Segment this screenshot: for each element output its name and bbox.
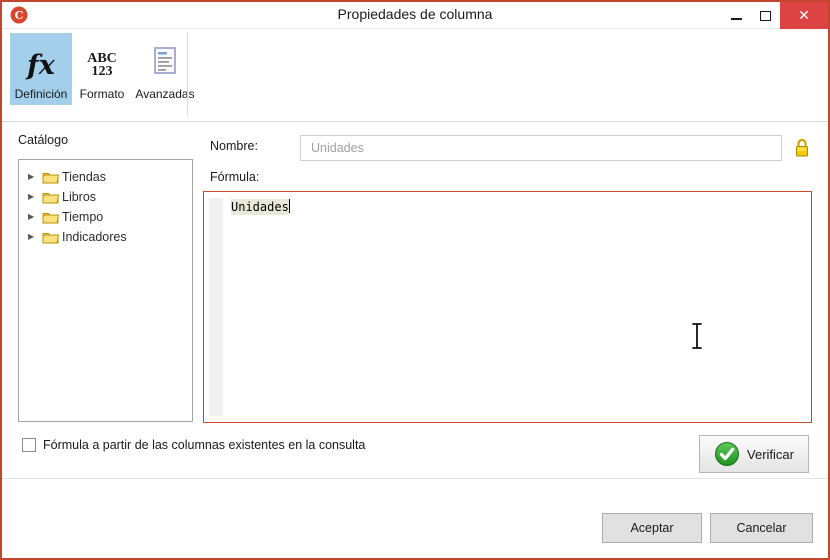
cancel-button[interactable]: Cancelar bbox=[710, 513, 813, 543]
check-circle-icon bbox=[715, 442, 740, 466]
from-existing-columns-label: Fórmula a partir de las columnas existen… bbox=[43, 438, 366, 452]
catalog-label: Catálogo bbox=[18, 133, 69, 147]
tree-item-label: Indicadores bbox=[62, 230, 127, 244]
tab-formato-label: Formato bbox=[79, 87, 125, 101]
tab-avanzadas-label: Avanzadas bbox=[135, 87, 195, 101]
close-button[interactable]: ✕ bbox=[780, 2, 828, 29]
close-icon: ✕ bbox=[798, 7, 810, 23]
tab-definicion-label: Definición bbox=[14, 87, 68, 101]
verify-button-label: Verificar bbox=[747, 446, 794, 462]
tab-definicion[interactable]: fx Definición bbox=[10, 33, 72, 105]
titlebar: C Propiedades de columna ✕ bbox=[2, 2, 828, 29]
chevron-right-icon[interactable]: ▶ bbox=[28, 167, 42, 187]
chevron-right-icon[interactable]: ▶ bbox=[28, 227, 42, 247]
tab-avanzadas[interactable]: Avanzadas bbox=[132, 33, 198, 105]
tree-item-label: Tiempo bbox=[62, 210, 104, 224]
footer-divider bbox=[2, 478, 828, 479]
maximize-icon bbox=[760, 10, 771, 21]
from-existing-columns-checkbox[interactable] bbox=[22, 438, 36, 452]
tree-item-libros[interactable]: ▶ Libros bbox=[19, 187, 192, 207]
fx-icon: fx bbox=[27, 50, 55, 81]
name-field-label: Nombre: bbox=[210, 139, 258, 153]
window-title: Propiedades de columna bbox=[337, 6, 493, 22]
list-form-icon bbox=[154, 47, 176, 79]
tree-item-tiendas[interactable]: ▶ Tiendas bbox=[19, 167, 192, 187]
formula-editor[interactable]: Unidades bbox=[203, 191, 812, 423]
ribbon-toolbar: fx Definición ABC 123 Formato Avanzadas bbox=[2, 30, 828, 122]
tree-item-tiempo[interactable]: ▶ Tiempo bbox=[19, 207, 192, 227]
maximize-button[interactable] bbox=[751, 2, 780, 29]
formula-field-label: Fórmula: bbox=[210, 170, 260, 184]
text-caret bbox=[288, 199, 291, 213]
folder-icon bbox=[42, 211, 62, 224]
accept-button[interactable]: Aceptar bbox=[602, 513, 702, 543]
folder-icon bbox=[42, 171, 62, 184]
ribbon-divider bbox=[187, 32, 188, 115]
lock-icon[interactable] bbox=[794, 137, 810, 163]
name-input[interactable] bbox=[300, 135, 782, 161]
chevron-right-icon[interactable]: ▶ bbox=[28, 207, 42, 227]
formula-line: Unidades bbox=[231, 199, 291, 215]
formula-text: Unidades bbox=[231, 199, 289, 215]
folder-icon bbox=[42, 191, 62, 204]
tree-item-label: Tiendas bbox=[62, 170, 107, 184]
tab-formato[interactable]: ABC 123 Formato bbox=[73, 33, 131, 105]
abc-123-icon: ABC 123 bbox=[87, 51, 117, 79]
chevron-right-icon[interactable]: ▶ bbox=[28, 187, 42, 207]
minimize-button[interactable] bbox=[722, 2, 751, 29]
minimize-icon bbox=[731, 17, 742, 20]
column-properties-dialog: C Propiedades de columna ✕ fx Definición… bbox=[0, 0, 830, 560]
formula-gutter bbox=[209, 198, 223, 416]
folder-icon bbox=[42, 231, 62, 244]
verify-button[interactable]: Verificar bbox=[699, 435, 809, 473]
catalog-tree: ▶ Tiendas ▶ Libros ▶ Tiempo ▶ Indicadore… bbox=[18, 159, 193, 422]
tree-item-indicadores[interactable]: ▶ Indicadores bbox=[19, 227, 192, 247]
tree-item-label: Libros bbox=[62, 190, 97, 204]
window-controls: ✕ bbox=[722, 2, 828, 29]
